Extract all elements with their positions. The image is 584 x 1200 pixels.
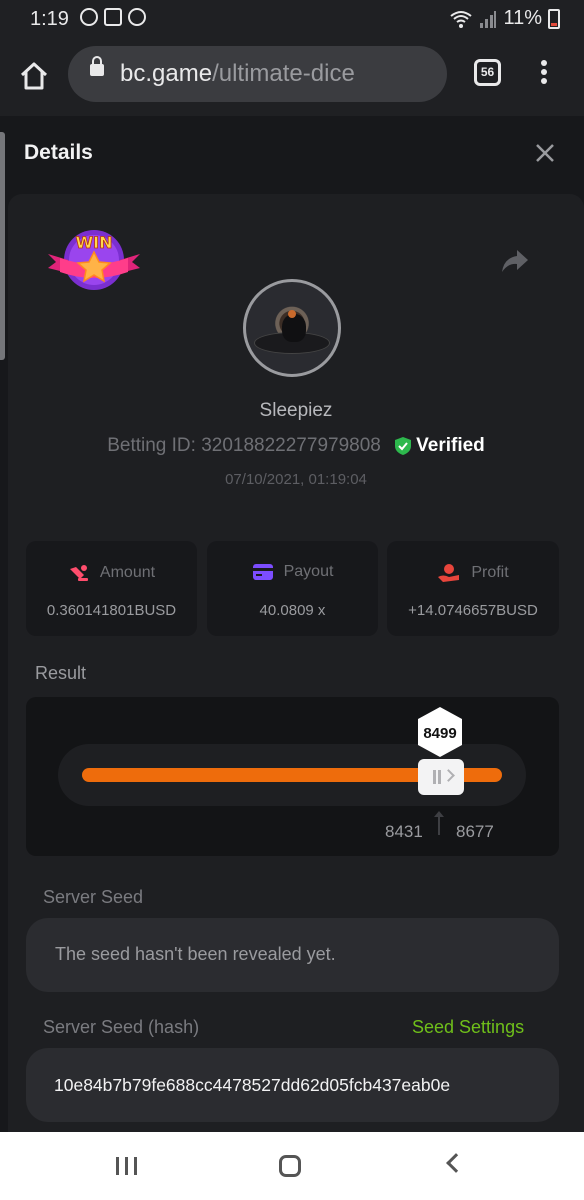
seed-settings-link[interactable]: Seed Settings [412, 1017, 524, 1038]
server-seed-hash-field[interactable]: 10e84b7b79fe688cc4478527dd62d05fcb437eab… [26, 1048, 559, 1122]
bet-datetime: 07/10/2021, 01:19:04 [225, 471, 367, 488]
amount-value: 0.360141801BUSD [46, 602, 177, 619]
payout-label: Payout [283, 563, 334, 580]
page: Details WIN Sleepiez Betting ID: 3201882… [0, 116, 584, 1132]
url-text[interactable]: bc.game/ultimate-dice [120, 60, 355, 88]
close-icon[interactable] [534, 142, 556, 164]
result-panel: 8499 8431 8677 [26, 697, 559, 856]
win-badge: WIN [48, 230, 140, 290]
roll-result: 8499 [423, 725, 457, 742]
betting-id: 32018822277979808 [201, 435, 381, 456]
result-label: Result [35, 663, 87, 683]
lock-icon [90, 56, 104, 76]
battery-icon [548, 8, 560, 29]
server-seed-label: Server Seed [43, 887, 144, 907]
payout-value: 40.0809 x [259, 602, 326, 619]
status-right: 11% [449, 7, 560, 30]
share-icon[interactable] [500, 248, 530, 274]
profit-card: Profit +14.0746657BUSD [387, 541, 559, 636]
tab-switcher-button[interactable]: 56 [474, 59, 501, 86]
profit-label: Profit [471, 564, 509, 581]
home-icon[interactable] [18, 60, 50, 92]
server-seed-field[interactable]: The seed hasn't been revealed yet. [26, 918, 559, 992]
server-seed-hash-value: 10e84b7b79fe688cc4478527dd62d05fcb437eab… [54, 1075, 451, 1095]
payout-icon [252, 564, 273, 580]
betting-id-row: Betting ID: 32018822277979808 Verified [8, 435, 584, 457]
status-bar: 1:19 11% [0, 0, 584, 38]
verified-label: Verified [416, 435, 485, 456]
payout-card: Payout 40.0809 x [207, 541, 378, 636]
amount-card: Amount 0.360141801BUSD [26, 541, 197, 636]
address-bar[interactable]: bc.game/ultimate-dice [68, 46, 447, 102]
verified-badge: Verified [394, 435, 485, 457]
profit-icon [438, 564, 460, 582]
home-nav-icon[interactable] [279, 1155, 301, 1177]
slider-handle[interactable] [418, 759, 464, 795]
browser-menu-icon[interactable] [538, 60, 550, 90]
android-nav-bar [0, 1132, 584, 1200]
messenger-icon [128, 8, 146, 26]
signal-icon [480, 10, 497, 28]
app-notification-icon [80, 8, 98, 26]
verified-shield-icon [395, 437, 412, 455]
page-title: Details [24, 141, 93, 164]
avatar[interactable] [243, 279, 341, 377]
browser-toolbar: bc.game/ultimate-dice 56 [0, 38, 584, 116]
range-high: 8677 [456, 822, 494, 841]
battery-percent: 11% [503, 7, 542, 29]
status-time: 1:19 [30, 8, 69, 30]
wifi-icon [450, 10, 473, 28]
back-icon[interactable] [446, 1153, 466, 1173]
recents-icon[interactable] [116, 1157, 138, 1175]
amount-icon [69, 565, 88, 581]
notification-icons [80, 8, 146, 26]
twitch-icon [104, 8, 122, 26]
range-low: 8431 [385, 822, 423, 841]
username[interactable]: Sleepiez [8, 400, 584, 422]
range-marker [434, 811, 444, 835]
profit-value: +14.0746657BUSD [408, 602, 538, 619]
win-badge-text: WIN [76, 233, 113, 252]
bet-details-panel: WIN Sleepiez Betting ID: 320188222779798… [8, 194, 584, 1132]
server-seed-hash-label: Server Seed (hash) [43, 1017, 200, 1037]
server-seed-value: The seed hasn't been revealed yet. [55, 944, 336, 964]
scrollbar[interactable] [0, 132, 5, 360]
url-domain: bc.game [120, 60, 213, 87]
url-path: /ultimate-dice [212, 60, 355, 87]
amount-label: Amount [99, 564, 156, 581]
betting-id-label: Betting ID: [107, 435, 196, 456]
